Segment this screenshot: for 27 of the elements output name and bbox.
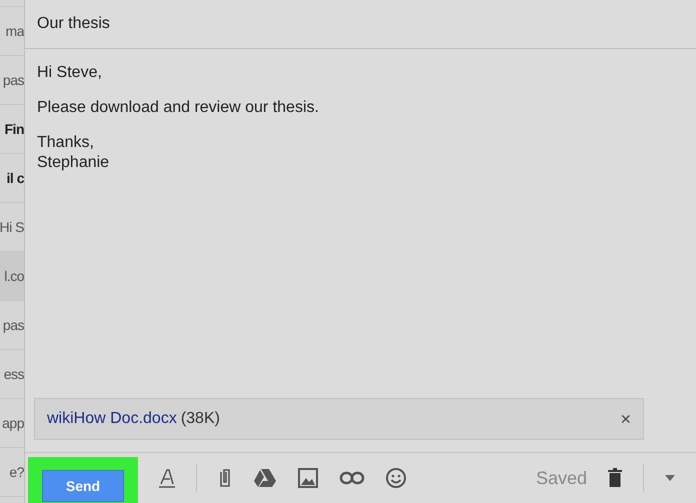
attachment-chip[interactable]: wikiHow Doc.docx (38K) × [34, 398, 644, 440]
triangle-drive-icon[interactable] [253, 468, 277, 488]
email-row[interactable]: il c [0, 154, 24, 203]
dropdown-icon[interactable] [664, 474, 676, 482]
message-text: Please download and review our thesis. [37, 98, 320, 118]
attachment-size: (38K) [180, 410, 221, 428]
email-row[interactable]: pas [0, 56, 24, 105]
link-icon[interactable] [339, 471, 365, 485]
text-format-icon[interactable] [158, 467, 176, 489]
email-row[interactable]: Fin [0, 105, 24, 154]
saved-status: Saved [536, 468, 587, 488]
attachment-name[interactable]: wikiHow Doc.docx [47, 410, 177, 428]
email-row[interactable]: app [0, 399, 24, 448]
paperclip-icon[interactable] [217, 466, 233, 490]
send-button[interactable]: Send [42, 470, 124, 502]
email-row[interactable]: e? [0, 448, 24, 497]
image-icon[interactable] [297, 467, 319, 489]
message-text: Hi Steve, [37, 63, 103, 83]
smiley-icon[interactable] [385, 467, 407, 489]
remove-attachment-button[interactable]: × [620, 408, 631, 430]
email-row[interactable]: pas [0, 301, 24, 350]
email-row[interactable]: l.co [0, 252, 24, 301]
subject-field[interactable]: Our thesis [25, 0, 696, 49]
message-text: Thanks, Stephanie [37, 132, 110, 174]
email-row[interactable]: ess [0, 350, 24, 399]
email-row[interactable]: ma [0, 7, 24, 56]
trash-icon[interactable] [607, 468, 623, 488]
